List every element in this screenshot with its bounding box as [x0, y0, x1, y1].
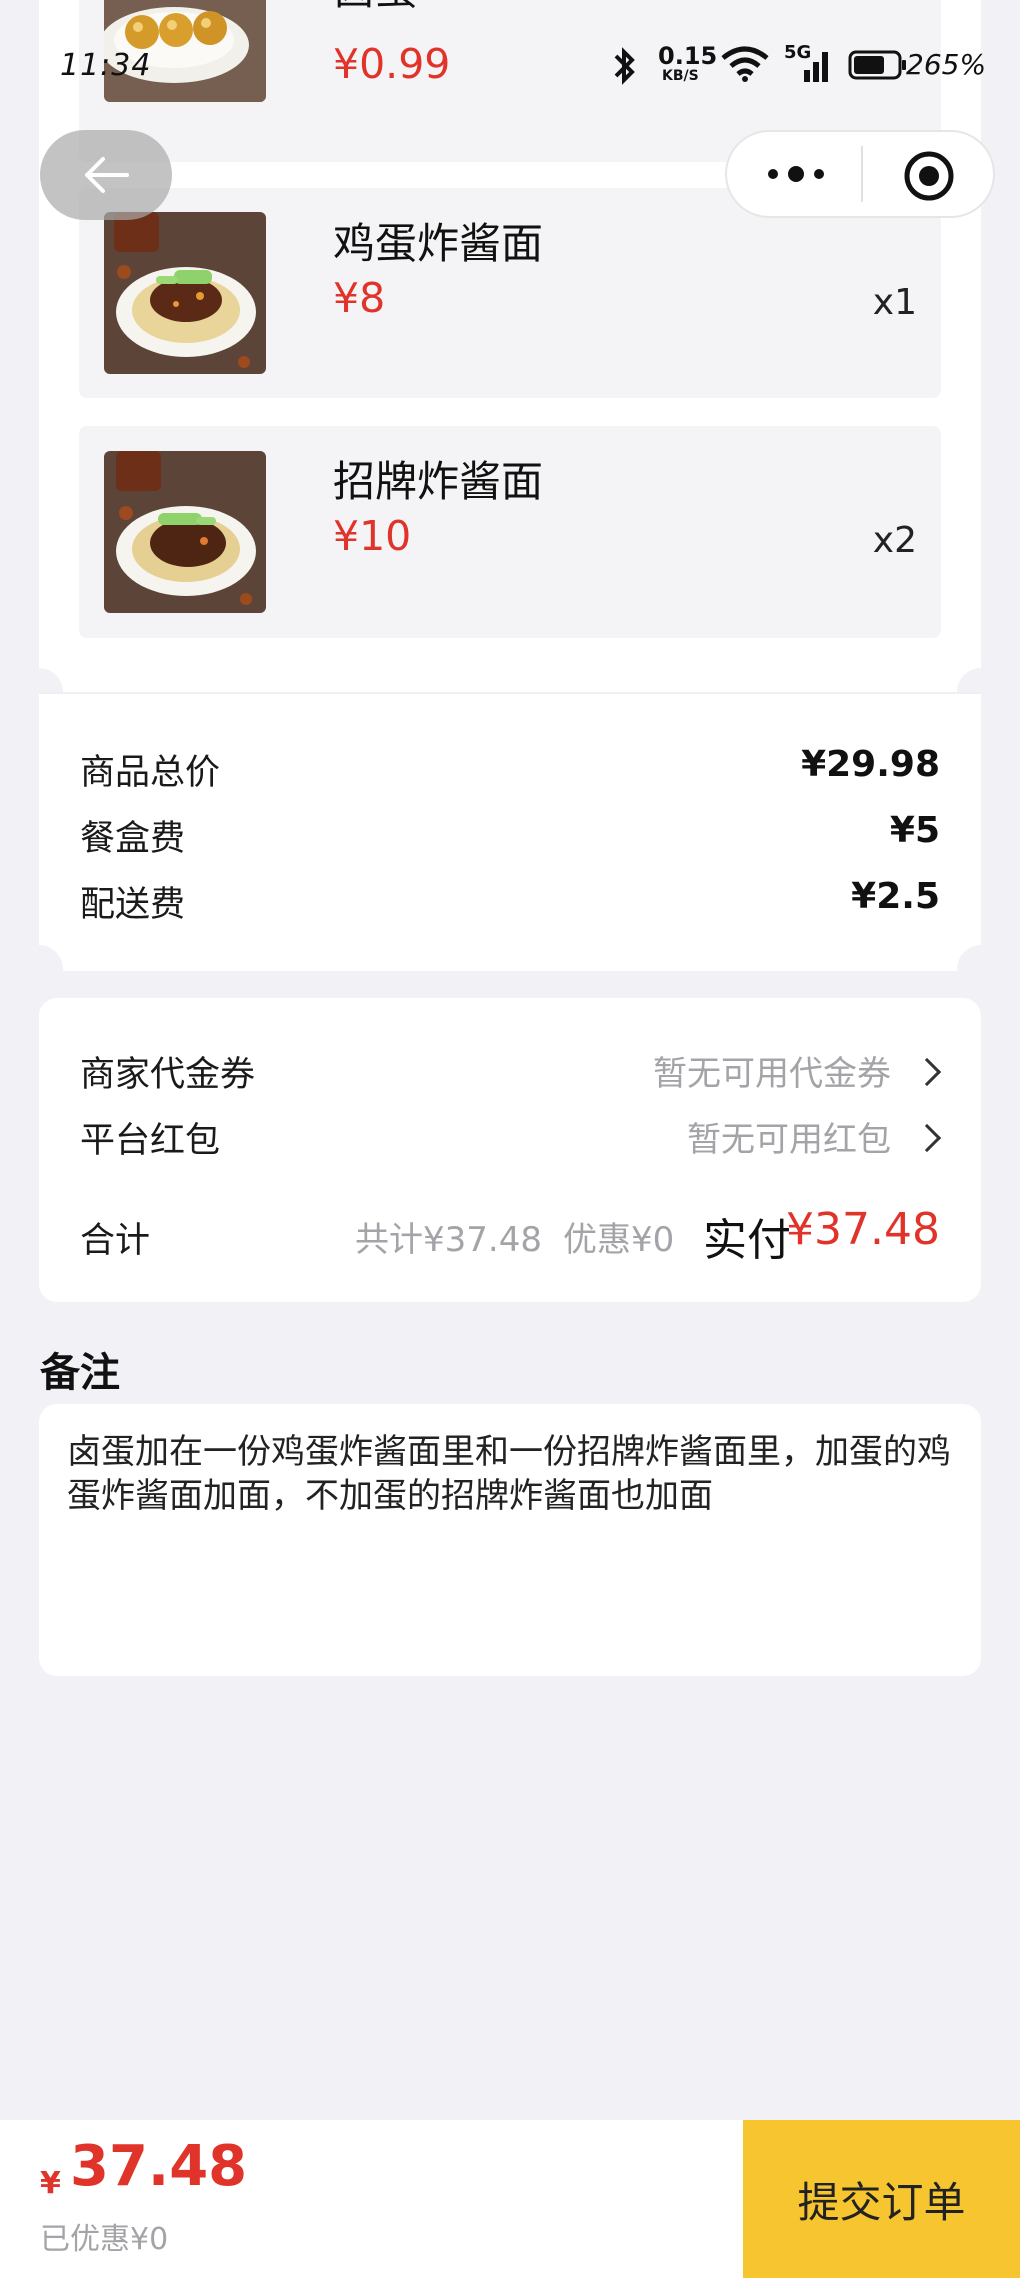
box-fee-value: ¥5 — [889, 810, 940, 851]
item-name: 鸡蛋炸酱面 — [333, 219, 544, 268]
merchant-voucher-value[interactable]: 暂无可用代金券 — [653, 1046, 891, 1095]
bottom-checkout-bar: ¥ 37.48 已优惠¥0 提交订单 — [0, 2120, 1020, 2278]
total-label: 合计 — [80, 1221, 151, 1261]
order-item: 招牌炸酱面 ¥10 x2 — [79, 426, 941, 638]
chevron-right-icon[interactable] — [912, 1057, 942, 1087]
miniprogram-capsule — [725, 130, 995, 218]
back-arrow-icon — [85, 157, 129, 193]
saved-text: 已优惠¥0 — [40, 2222, 169, 2257]
total-amount: 37.48 — [70, 2134, 248, 2199]
close-miniprogram-icon[interactable] — [903, 150, 955, 202]
cellular-signal-icon — [786, 48, 836, 84]
item-price: ¥0.99 — [333, 40, 451, 88]
item-name: 招牌炸酱面 — [333, 457, 544, 506]
more-options-icon[interactable] — [761, 156, 831, 192]
net-speed: 0.15 — [658, 42, 718, 70]
delivery-fee-label: 配送费 — [80, 885, 186, 925]
subtotal-text: 共计¥37.48 — [355, 1220, 542, 1260]
discount-card: 商家代金券 暂无可用代金券 平台红包 暂无可用红包 合计 共计¥37.48 优惠… — [39, 998, 981, 1302]
bluetooth-icon — [606, 46, 642, 86]
goods-total-value: ¥29.98 — [801, 744, 940, 785]
item-image-egg-noodles — [104, 212, 266, 374]
discount-text: 优惠¥0 — [563, 1220, 675, 1260]
order-item: 鸡蛋炸酱面 ¥8 x1 — [79, 188, 941, 398]
capsule-divider — [861, 146, 863, 202]
item-quantity: x1 — [872, 282, 917, 323]
pay-label: 实付 — [703, 1215, 791, 1266]
merchant-voucher-label: 商家代金券 — [80, 1055, 256, 1095]
ticket-notch — [15, 945, 63, 993]
submit-order-button[interactable]: 提交订单 — [743, 2120, 1020, 2278]
currency-symbol: ¥ — [40, 2166, 61, 2201]
box-fee-label: 餐盒费 — [80, 819, 186, 859]
platform-redpacket-value[interactable]: 暂无可用红包 — [687, 1112, 891, 1161]
order-items-card: 卤蛋 ¥0.99 鸡蛋炸酱面 ¥8 x1 — [39, 0, 981, 692]
fees-card: 商品总价 ¥29.98 餐盒费 ¥5 配送费 ¥2.5 — [39, 692, 981, 971]
chevron-right-icon[interactable] — [912, 1123, 942, 1153]
platform-redpacket-label: 平台红包 — [80, 1121, 221, 1161]
pay-amount: ¥37.48 — [786, 1204, 940, 1255]
item-image-signature-noodles — [104, 451, 266, 613]
item-price: ¥8 — [333, 274, 386, 322]
battery-percent: 265% — [906, 48, 987, 81]
remarks-title: 备注 — [40, 1350, 120, 1396]
item-name: 卤蛋 — [333, 0, 417, 17]
net-speed-unit: KB/S — [662, 68, 699, 84]
goods-total-label: 商品总价 — [80, 753, 221, 793]
status-time: 11:34 — [60, 48, 152, 83]
back-button[interactable] — [40, 130, 172, 220]
wifi-icon — [720, 44, 770, 84]
item-quantity: x2 — [872, 520, 917, 561]
item-price: ¥10 — [333, 512, 412, 560]
remarks-textarea[interactable]: 卤蛋加在一份鸡蛋炸酱面里和一份招牌炸酱面里，加蛋的鸡蛋炸酱面加面，不加蛋的招牌炸… — [39, 1404, 981, 1676]
ticket-notch — [957, 945, 1005, 993]
delivery-fee-value: ¥2.5 — [851, 876, 940, 917]
battery-icon — [848, 50, 908, 80]
